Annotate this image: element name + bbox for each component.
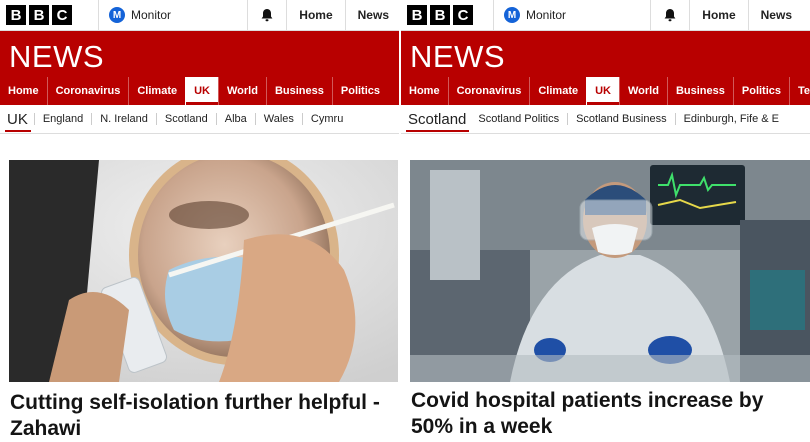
nav-home[interactable]: Home [0,77,47,105]
story-image[interactable] [410,160,810,382]
bbc-logo[interactable]: B B C [6,5,72,25]
nav-world[interactable]: World [218,77,266,105]
nav-business[interactable]: Business [666,77,733,105]
nav-uk[interactable]: UK [185,77,218,105]
subnav-current[interactable]: Scotland [401,105,472,133]
monitor-label: Monitor [131,8,172,22]
logo-letter: B [430,5,450,25]
monitor-link[interactable]: M Monitor [494,0,576,30]
subnav-scotland-politics[interactable]: Scotland Politics [472,113,567,125]
monitor-icon: M [504,7,520,23]
top-bar: B B C M Monitor Home News [401,0,810,31]
subnav-cymru[interactable]: Cymru [301,113,351,125]
monitor-icon: M [109,7,125,23]
subnav-edinburgh[interactable]: Edinburgh, Fife & E [674,113,787,125]
top-bar: B B C M Monitor Home News [0,0,401,31]
story-headline[interactable]: Cutting self-isolation further helpful -… [10,390,390,442]
news-logo[interactable]: NEWS [410,39,505,75]
subnav-scotland-business[interactable]: Scotland Business [567,113,675,125]
news-header: NEWS Home Coronavirus Climate UK World B… [401,31,810,105]
story-headline[interactable]: Covid hospital patients increase by 50% … [411,388,810,440]
main-nav: Home Coronavirus Climate UK World Busine… [401,77,810,105]
right-page: B B C M Monitor Home News NEWS Home Coro… [401,0,810,442]
home-link[interactable]: Home [286,0,344,30]
news-header: NEWS Home Coronavirus Climate UK World B… [0,31,401,105]
nav-climate[interactable]: Climate [128,77,185,105]
notifications-bell-icon[interactable] [248,0,286,30]
subnav-england[interactable]: England [33,113,91,125]
main-nav: Home Coronavirus Climate UK World Busine… [0,77,388,105]
nav-coronavirus[interactable]: Coronavirus [46,77,129,105]
logo-letter: C [52,5,72,25]
monitor-link[interactable]: M Monitor [99,0,181,30]
subnav-n-ireland[interactable]: N. Ireland [91,113,156,125]
logo-letter: B [6,5,26,25]
subnav-alba[interactable]: Alba [215,113,255,125]
news-link[interactable]: News [344,0,401,30]
news-logo[interactable]: NEWS [9,39,104,75]
nav-truncated[interactable]: Te [789,77,810,105]
logo-letter: C [453,5,473,25]
subnav-current[interactable]: UK [0,105,34,133]
logo-letter: B [29,5,49,25]
nav-uk[interactable]: UK [586,77,619,105]
news-link[interactable]: News [747,0,810,30]
nav-home[interactable]: Home [401,77,448,105]
home-link[interactable]: Home [689,0,747,30]
nav-politics[interactable]: Politics [732,77,789,105]
nav-coronavirus[interactable]: Coronavirus [447,77,530,105]
logo-letter: B [407,5,427,25]
sub-nav: Scotland Scotland Politics Scotland Busi… [401,105,810,134]
bbc-logo[interactable]: B B C [407,5,473,25]
subnav-wales[interactable]: Wales [254,113,302,125]
notifications-bell-icon[interactable] [651,0,689,30]
nav-politics[interactable]: Politics [331,77,388,105]
monitor-label: Monitor [526,8,567,22]
left-page: B B C M Monitor Home News NEWS Home Coro… [0,0,401,442]
subnav-scotland[interactable]: Scotland [155,113,216,125]
nav-world[interactable]: World [619,77,667,105]
story-image[interactable] [9,160,398,382]
nav-business[interactable]: Business [265,77,332,105]
sub-nav: UK England N. Ireland Scotland Alba Wale… [0,105,401,134]
nav-climate[interactable]: Climate [529,77,586,105]
